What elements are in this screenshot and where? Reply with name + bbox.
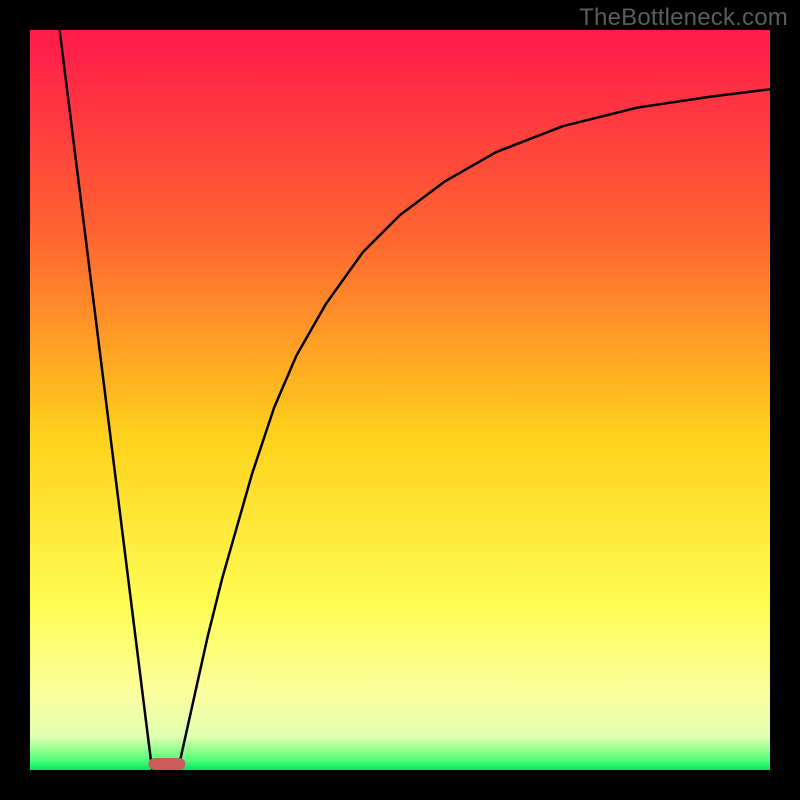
- valley-marker: [148, 758, 185, 770]
- bottleneck-chart: [30, 30, 770, 770]
- valley-marker-group: [148, 758, 185, 770]
- watermark-text: TheBottleneck.com: [579, 4, 788, 32]
- gradient-background: [30, 30, 770, 770]
- chart-frame: TheBottleneck.com: [0, 0, 800, 800]
